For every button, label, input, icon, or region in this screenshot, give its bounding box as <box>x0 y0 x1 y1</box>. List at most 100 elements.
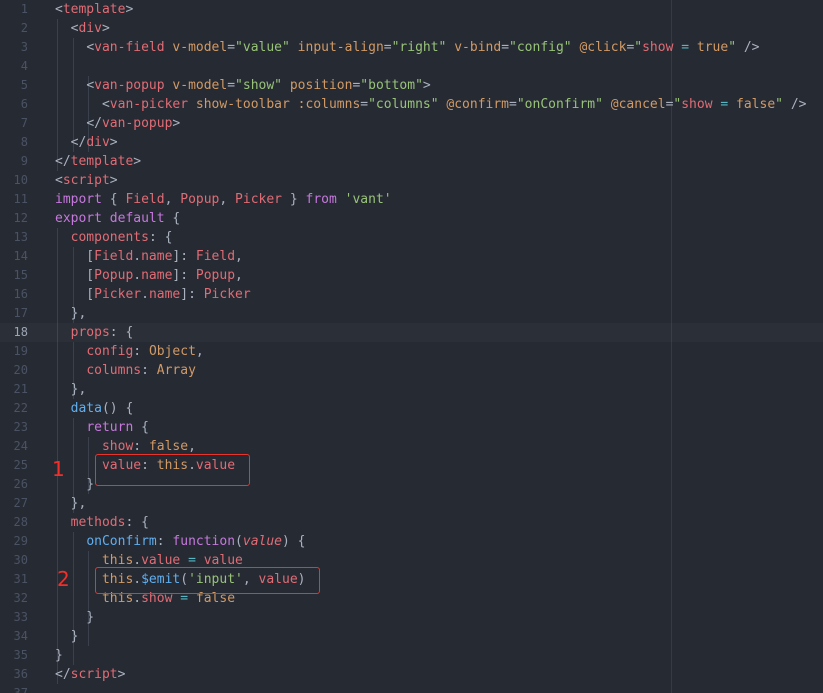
line-code: </van-popup> <box>86 116 181 131</box>
code-line[interactable]: 15 [Popup.name]: Popup, <box>0 266 823 285</box>
line-number: 32 <box>13 591 28 605</box>
line-code: import { Field, Popup, Picker } from 'va… <box>55 192 392 207</box>
line-code: } <box>55 629 79 644</box>
annotation-marker-2: 2 <box>57 567 70 591</box>
line-code: onConfirm: function(value) { <box>86 534 306 549</box>
line-code: components: { <box>70 230 173 245</box>
line-number: 6 <box>20 97 28 111</box>
line-number: 18 <box>13 325 28 339</box>
annotation-box-1 <box>95 454 250 486</box>
line-code: </script> <box>55 667 126 682</box>
line-code: <van-picker show-toolbar :columns="colum… <box>101 97 807 112</box>
code-line[interactable]: 17 }, <box>0 304 823 323</box>
code-line[interactable]: 35} <box>0 646 823 665</box>
line-code: [Field.name]: Field, <box>55 249 243 264</box>
annotation-box-2 <box>95 567 320 594</box>
line-number: 14 <box>13 249 28 263</box>
code-line[interactable]: 21 }, <box>0 380 823 399</box>
code-line[interactable]: 28 methods: { <box>0 513 823 532</box>
code-line[interactable]: 20 columns: Array <box>0 361 823 380</box>
line-number: 5 <box>20 78 28 92</box>
line-number: 16 <box>13 287 28 301</box>
line-number: 3 <box>20 40 28 54</box>
line-number: 12 <box>13 211 28 225</box>
code-line[interactable]: 4 <box>0 57 823 76</box>
line-code: [Picker.name]: Picker <box>55 287 251 302</box>
line-number: 27 <box>13 496 28 510</box>
code-line[interactable]: 18 props: { <box>0 323 823 342</box>
line-number: 20 <box>13 363 28 377</box>
code-line[interactable]: 3 <van-field v-model="value" input-align… <box>0 38 823 57</box>
line-number: 21 <box>13 382 28 396</box>
code-line[interactable]: 11 import { Field, Popup, Picker } from '… <box>0 190 823 209</box>
line-code: columns: Array <box>86 363 196 378</box>
line-number: 19 <box>13 344 28 358</box>
line-code: </template> <box>55 154 142 169</box>
line-number: 25 <box>13 458 28 472</box>
line-code: config: Object, <box>86 344 204 359</box>
code-line[interactable]: 27 }, <box>0 494 823 513</box>
line-code: <template> <box>55 2 134 17</box>
code-line[interactable]: 29 onConfirm: function(value) { <box>0 532 823 551</box>
line-number: 36 <box>13 667 28 681</box>
code-line[interactable]: 1 <template> <box>0 0 823 19</box>
line-number: 35 <box>13 648 28 662</box>
code-line[interactable]: 14 [Field.name]: Field, <box>0 247 823 266</box>
line-number: 34 <box>13 629 28 643</box>
line-number: 29 <box>13 534 28 548</box>
line-number: 1 <box>20 2 28 16</box>
code-line[interactable]: 6 <van-picker show-toolbar :columns="col… <box>0 95 823 114</box>
line-code: <van-popup v-model="show" position="bott… <box>86 78 431 93</box>
code-line[interactable]: 7 </van-popup> <box>0 114 823 133</box>
line-code: } <box>55 648 63 663</box>
code-line[interactable]: 36 </script> <box>0 665 823 684</box>
line-number: 13 <box>13 230 28 244</box>
code-line[interactable]: 5 <van-popup v-model="show" position="bo… <box>0 76 823 95</box>
line-code: [Popup.name]: Popup, <box>55 268 243 283</box>
code-line[interactable]: 13 components: { <box>0 228 823 247</box>
code-line[interactable]: 19 config: Object, <box>0 342 823 361</box>
line-number: 9 <box>20 154 28 168</box>
line-number: 24 <box>13 439 28 453</box>
line-number: 2 <box>20 21 28 35</box>
code-line[interactable]: 9 </template> <box>0 152 823 171</box>
line-number: 28 <box>13 515 28 529</box>
code-line[interactable]: 37 <box>0 684 823 693</box>
line-number: 37 <box>13 686 28 693</box>
line-number: 10 <box>13 173 28 187</box>
code-line[interactable]: 10 <script> <box>0 171 823 190</box>
line-code: <script> <box>55 173 118 188</box>
line-number: 4 <box>20 59 28 73</box>
line-number: 11 <box>13 192 28 206</box>
line-number: 7 <box>20 116 28 130</box>
code-line[interactable]: 34 } <box>0 627 823 646</box>
line-code: <div> <box>70 21 110 36</box>
line-number: 17 <box>13 306 28 320</box>
code-line[interactable]: 8 </div> <box>0 133 823 152</box>
line-code: data() { <box>70 401 134 416</box>
line-number: 26 <box>13 477 28 491</box>
line-code: }, <box>55 382 87 397</box>
code-line[interactable]: 22 data() { <box>0 399 823 418</box>
line-number: 22 <box>13 401 28 415</box>
line-code: props: { <box>70 325 134 340</box>
line-number: 31 <box>13 572 28 586</box>
code-line[interactable]: 33 } <box>0 608 823 627</box>
line-number: 33 <box>13 610 28 624</box>
code-line[interactable]: 12 export default { <box>0 209 823 228</box>
line-code: methods: { <box>70 515 149 530</box>
line-number: 15 <box>13 268 28 282</box>
line-code: }, <box>55 496 87 511</box>
code-line[interactable]: 2 <div> <box>0 19 823 38</box>
code-editor[interactable]: 1 <template> 2 <div> 3 <van-field v-model="… <box>0 0 823 693</box>
line-code: } <box>55 610 95 625</box>
code-line[interactable]: 16 [Picker.name]: Picker <box>0 285 823 304</box>
annotation-marker-1: 1 <box>52 457 65 481</box>
line-code: }, <box>55 306 87 321</box>
line-number: 8 <box>20 135 28 149</box>
line-code: export default { <box>55 211 181 226</box>
line-code: return { <box>86 420 149 435</box>
code-line[interactable]: 23 return { <box>0 418 823 437</box>
line-code: </div> <box>70 135 118 150</box>
line-code: <van-field v-model="value" input-align="… <box>86 40 760 55</box>
